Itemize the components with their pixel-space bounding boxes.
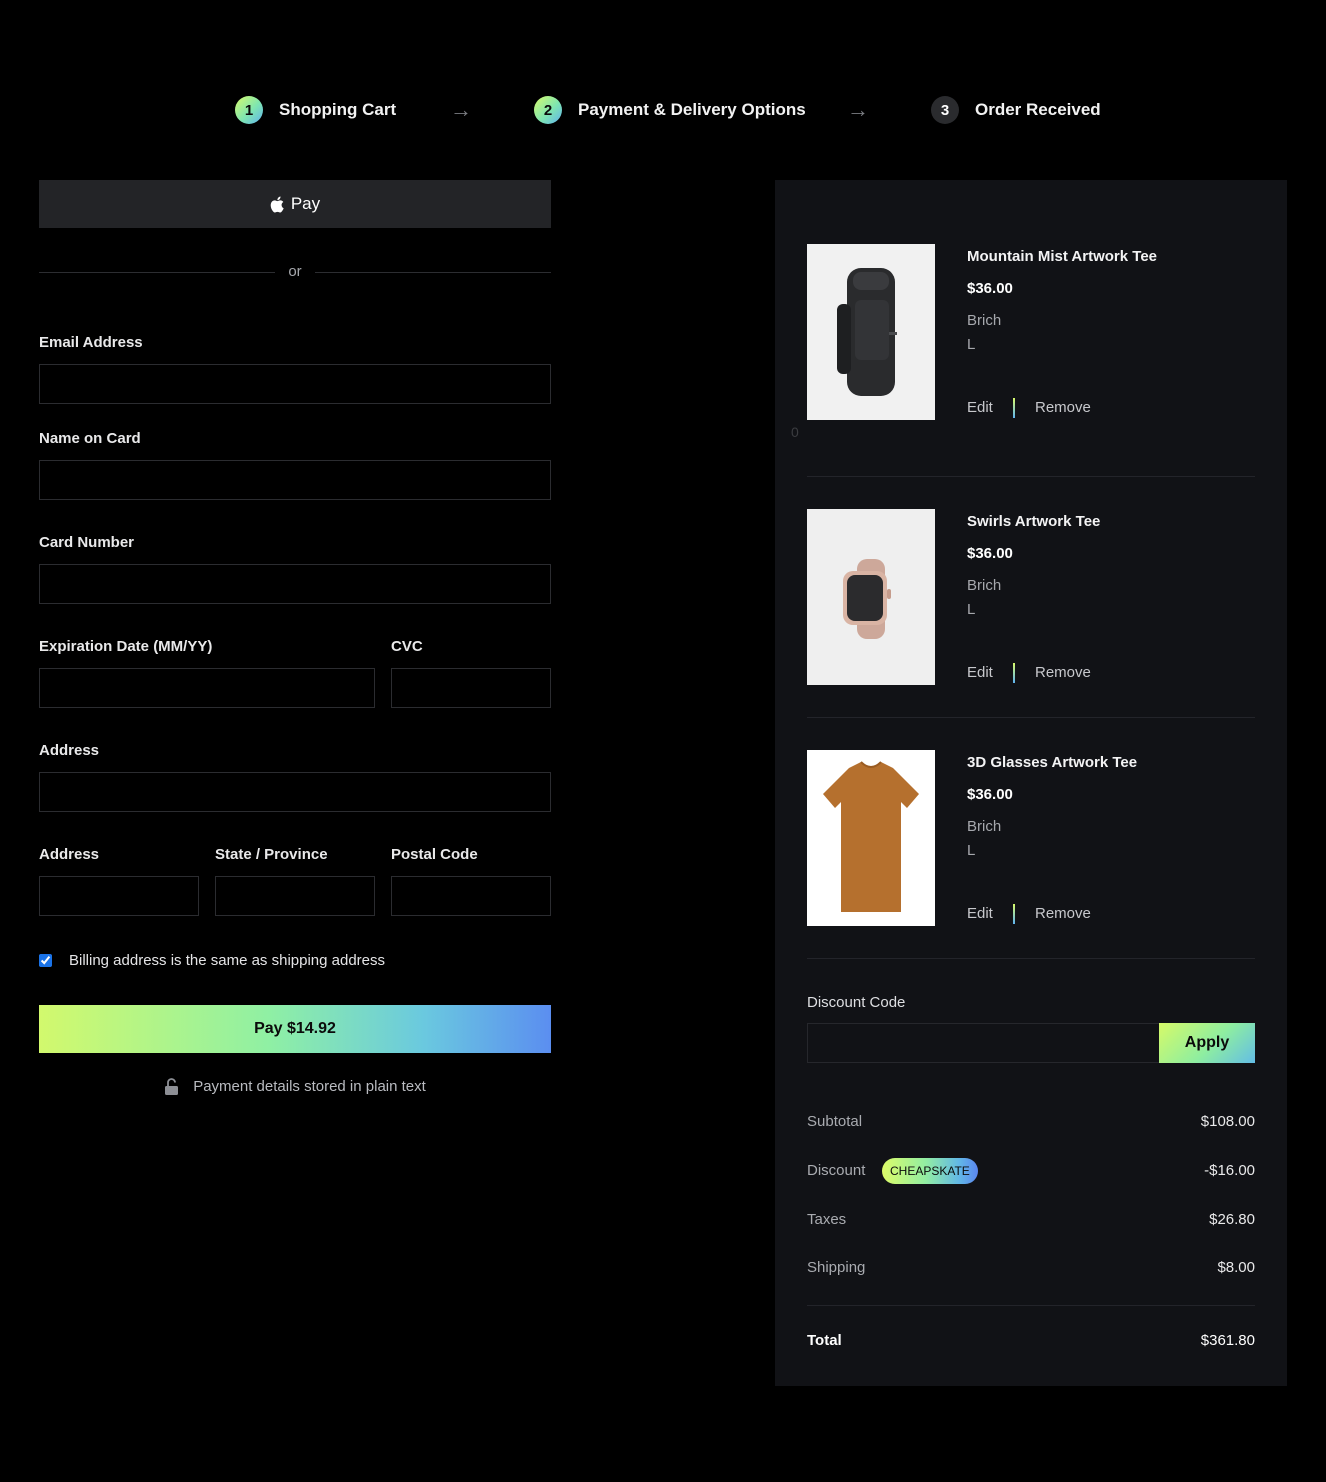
total-value: $361.80 [1200,1332,1255,1349]
address-label: Address [39,742,100,759]
item-divider [807,476,1255,477]
discount-label: Discount [807,1162,866,1179]
step-order-received[interactable]: 3 Order Received [931,96,1101,124]
item-color: Brich [967,577,1002,594]
edit-item-button[interactable]: Edit [967,664,993,681]
item-divider [807,958,1255,959]
secure-note-text: Payment details stored in plain text [193,1077,426,1095]
product-image-tshirt [807,750,935,926]
apply-discount-button[interactable]: Apply [1159,1023,1255,1063]
card-number-label: Card Number [39,534,135,551]
step-number: 1 [235,96,263,124]
step-shopping-cart[interactable]: 1 Shopping Cart [235,96,396,124]
remove-item-button[interactable]: Remove [1035,664,1091,681]
item-color: Brich [967,312,1002,329]
city-field[interactable] [39,876,199,916]
discount-code-input[interactable] [807,1023,1159,1063]
order-summary-panel: 0 Mountain Mist Artwork Tee $36.00 Brich… [775,180,1287,1386]
edit-item-button[interactable]: Edit [967,905,993,922]
divider-line [315,272,551,273]
cvc-field[interactable] [391,668,551,708]
arrow-right-icon: → [847,97,869,122]
name-on-card-field[interactable] [39,460,551,500]
subtotal-value: $108.00 [1200,1113,1255,1130]
item-price: $36.00 [967,545,1013,562]
item-size: L [967,601,976,618]
shipping-value: $8.00 [1217,1259,1255,1276]
apple-icon [270,196,284,212]
product-image-watch [807,509,935,685]
gradient-separator [1013,398,1015,418]
expiration-label: Expiration Date (MM/YY) [39,638,213,655]
item-size: L [967,842,976,859]
billing-same-label: Billing address is the same as shipping … [69,952,386,969]
step-number: 3 [931,96,959,124]
shipping-label: Shipping [807,1259,866,1276]
item-price: $36.00 [967,786,1013,803]
cart-item: 3D Glasses Artwork Tee $36.00 Brich L Ed… [807,750,1255,926]
product-image-backpack [807,244,935,420]
apple-pay-button[interactable]: Pay [39,180,551,228]
divider-line [39,272,275,273]
discount-code-badge: CHEAPSKATE [882,1158,978,1184]
expiration-field[interactable] [39,668,375,708]
billing-same-checkbox[interactable] [39,954,52,967]
cart-item: Swirls Artwork Tee $36.00 Brich L Edit R… [807,509,1255,685]
city-label: Address [39,846,100,863]
email-label: Email Address [39,334,143,351]
name-on-card-label: Name on Card [39,430,141,447]
step-label: Payment & Delivery Options [578,100,806,119]
pay-button[interactable]: Pay $14.92 [39,1005,551,1053]
discount-value: -$16.00 [1204,1162,1255,1179]
secure-note: Payment details stored in plain text [39,1076,551,1096]
total-row: Total $361.80 [807,1330,1255,1352]
gradient-separator [1013,904,1015,924]
state-label: State / Province [215,846,328,863]
email-field[interactable] [39,364,551,404]
total-label: Total [807,1332,842,1349]
item-name: Mountain Mist Artwork Tee [967,248,1158,265]
edit-item-button[interactable]: Edit [967,399,993,416]
step-payment-delivery[interactable]: 2 Payment & Delivery Options [534,96,806,124]
subtotal-row: Subtotal $108.00 [807,1111,1255,1133]
apple-pay-label: Pay [290,194,321,213]
checkout-stepper: 1 Shopping Cart → 2 Payment & Delivery O… [0,96,1326,124]
remove-item-button[interactable]: Remove [1035,399,1091,416]
gradient-separator [1013,663,1015,683]
item-divider [807,717,1255,718]
discount-code-label: Discount Code [807,994,906,1011]
card-number-field[interactable] [39,564,551,604]
remove-item-button[interactable]: Remove [1035,905,1091,922]
item-name: Swirls Artwork Tee [967,513,1101,530]
postal-code-label: Postal Code [391,846,478,863]
discount-row: Discount CHEAPSKATE -$16.00 [807,1158,1255,1184]
step-number: 2 [534,96,562,124]
unlock-icon [165,1077,179,1095]
stray-text: 0 [791,424,799,440]
summary-divider [807,1305,1255,1306]
shipping-row: Shipping $8.00 [807,1257,1255,1279]
or-text: or [288,263,302,280]
cvc-label: CVC [391,638,423,655]
address-field[interactable] [39,772,551,812]
arrow-right-icon: → [450,97,472,122]
item-color: Brich [967,818,1002,835]
taxes-row: Taxes $26.80 [807,1209,1255,1231]
step-label: Order Received [975,100,1101,119]
item-price: $36.00 [967,280,1013,297]
subtotal-label: Subtotal [807,1113,863,1130]
or-divider: or [39,262,551,282]
item-name: 3D Glasses Artwork Tee [967,754,1138,771]
step-label: Shopping Cart [279,100,397,119]
item-size: L [967,336,976,353]
billing-same-row: Billing address is the same as shipping … [39,952,385,969]
postal-code-field[interactable] [391,876,551,916]
state-field[interactable] [215,876,375,916]
taxes-label: Taxes [807,1211,847,1228]
cart-item: Mountain Mist Artwork Tee $36.00 Brich L… [807,244,1255,420]
taxes-value: $26.80 [1209,1211,1255,1228]
